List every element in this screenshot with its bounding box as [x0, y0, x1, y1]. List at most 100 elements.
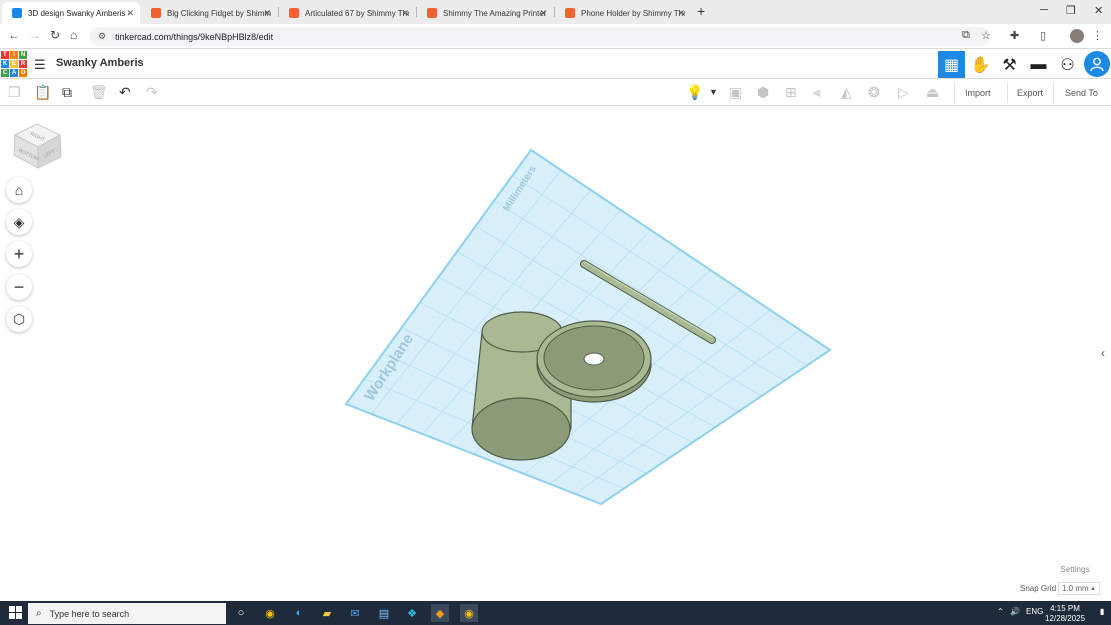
install-app-icon[interactable]: ⧉	[962, 29, 970, 42]
projects-button[interactable]: ▬	[1025, 51, 1052, 78]
minimize-icon[interactable]: ─	[1040, 4, 1048, 16]
edge-icon[interactable]: ◐	[290, 604, 308, 622]
blocks-button[interactable]: ✋	[967, 51, 994, 78]
site-info-icon[interactable]: ⚙	[98, 31, 106, 42]
window-close-icon[interactable]: ✕	[1094, 4, 1103, 17]
chrome-icon[interactable]: ◉	[261, 604, 279, 622]
tab-articulated-67[interactable]: Articulated 67 by Shimmy The A ✕	[279, 2, 415, 24]
lock-icon[interactable]: ⏏	[926, 84, 939, 101]
chevron-down-icon[interactable]: ▼	[709, 87, 718, 97]
chevron-up-icon: ▲	[1090, 585, 1096, 592]
perspective-button[interactable]: ⬡	[6, 306, 32, 332]
delete-trash-icon[interactable]: 🗑	[90, 84, 108, 101]
cube-icon: ⬡	[12, 310, 26, 327]
browser-profile-avatar[interactable]	[1070, 29, 1084, 43]
tab-phone-holder[interactable]: Phone Holder by Shimmy The A ✕	[555, 2, 691, 24]
send-to-button[interactable]: Send To	[1056, 84, 1107, 102]
home-view-button[interactable]: ⌂	[6, 177, 32, 203]
shapes-panel-toggle-chevron-left-icon[interactable]: ‹	[1101, 346, 1105, 360]
vlc-app-icon[interactable]: ◆	[431, 604, 449, 622]
browser-menu-icon[interactable]: ⋮	[1092, 29, 1103, 42]
minus-icon: −	[13, 276, 25, 297]
view-cube[interactable]: RIGHT BOTTOM LEFT	[10, 115, 64, 171]
designs-list-icon[interactable]: ☰	[34, 57, 46, 73]
reload-icon[interactable]: ↻	[50, 28, 60, 42]
zoom-out-button[interactable]: −	[6, 274, 32, 300]
language-indicator[interactable]: ENG	[1026, 607, 1043, 616]
tab-tinkercad-design[interactable]: 3D design Swanky Amberis - Ti ✕	[2, 2, 140, 24]
toolbar-divider	[954, 83, 955, 103]
hide-icon[interactable]: ▷	[898, 84, 909, 101]
tab-big-clicking-fidget[interactable]: Big Clicking Fidget by Shimmy ✕	[141, 2, 277, 24]
close-icon[interactable]: ✕	[401, 8, 409, 19]
browser-address-bar: ← → ↻ ⌂ ⚙ tinkercad.com/things/9keNBpHBl…	[0, 24, 1111, 49]
ungroup-icon[interactable]: ⊞	[785, 84, 797, 101]
printables-favicon-icon	[565, 8, 575, 18]
group-icon[interactable]: ⬢	[757, 84, 769, 101]
printables-favicon-icon	[289, 8, 299, 18]
bookmark-star-icon[interactable]: ☆	[981, 29, 991, 42]
close-icon[interactable]: ✕	[677, 8, 685, 19]
sketch-app-icon[interactable]: ❖	[403, 604, 421, 622]
notifications-icon[interactable]: ▮	[1100, 607, 1104, 616]
cortana-icon[interactable]: ○	[232, 604, 250, 622]
zoom-in-button[interactable]: +	[6, 241, 32, 267]
home-icon: ⌂	[14, 182, 24, 198]
3d-viewport[interactable]: Workplane Millimeters RIGHT BOTTOM LEFT …	[0, 107, 1111, 601]
user-avatar[interactable]	[1084, 51, 1110, 77]
forward-arrow-icon[interactable]: →	[29, 28, 41, 42]
mirror-icon[interactable]: ◭	[841, 84, 852, 101]
invite-user-button[interactable]: ⚇	[1054, 51, 1081, 78]
redo-icon[interactable]: ↷	[146, 84, 158, 101]
taskbar-search-input[interactable]: ⌕ Type here to search	[28, 603, 226, 624]
new-tab-plus-icon[interactable]: +	[697, 3, 705, 19]
home-icon[interactable]: ⌂	[70, 28, 77, 42]
tinkercad-favicon-icon	[12, 8, 22, 18]
snap-grid-select[interactable]: 1.0 mm ▲	[1058, 582, 1100, 595]
tab-shimmy-printer[interactable]: Shimmy The Amazing Printer | M ✕	[417, 2, 553, 24]
paste-icon[interactable]: 📋	[34, 84, 51, 101]
taskbar-clock[interactable]: 4:15 PM 12/28/2025	[1045, 604, 1085, 624]
restore-icon[interactable]: ❐	[1066, 4, 1076, 17]
close-icon[interactable]: ✕	[539, 8, 547, 19]
tab-label: Phone Holder by Shimmy The A	[581, 8, 685, 18]
cruise-icon[interactable]: ❂	[868, 84, 880, 101]
app-header: T I N K E R C A D ☰ Swanky Amberis ▦ ✋ ⚒…	[0, 49, 1111, 79]
3d-design-view-button[interactable]: ▦	[938, 51, 965, 78]
store-icon[interactable]: ▤	[375, 604, 393, 622]
windows-start-icon[interactable]	[9, 606, 22, 619]
lesson-plans-button[interactable]: ⚒	[996, 51, 1023, 78]
person-icon	[1090, 57, 1104, 72]
tab-label: Articulated 67 by Shimmy The A	[305, 8, 409, 18]
fit-view-button[interactable]: ◈	[6, 209, 32, 235]
url-input[interactable]: ⚙ tinkercad.com/things/9keNBpHBlz8/edit	[90, 27, 990, 46]
note-icon[interactable]: ▣	[729, 84, 742, 101]
design-title[interactable]: Swanky Amberis	[56, 57, 144, 69]
tray-chevron-up-icon[interactable]: ⌃	[997, 607, 1004, 616]
chrome-active-icon[interactable]: ◉	[460, 604, 478, 622]
export-button[interactable]: Export	[1008, 84, 1052, 102]
copy-icon[interactable]: ❐	[8, 84, 21, 101]
fit-all-icon: ◈	[13, 213, 25, 230]
logo-letter: D	[19, 69, 27, 77]
file-explorer-icon[interactable]: ▰	[318, 604, 336, 622]
undo-icon[interactable]: ↶	[119, 84, 131, 101]
tinkercad-logo[interactable]: T I N K E R C A D	[1, 51, 27, 77]
import-button[interactable]: Import	[956, 84, 1000, 102]
tools-icon: ⚒	[1002, 56, 1017, 74]
light-bulb-icon[interactable]: 💡	[686, 84, 703, 101]
side-panel-icon[interactable]: ▯	[1040, 29, 1046, 42]
screen: 3D design Swanky Amberis - Ti ✕ Big Clic…	[0, 0, 1111, 625]
duplicate-icon[interactable]: ⧉	[62, 84, 72, 101]
disc-shape[interactable]	[536, 320, 652, 403]
close-icon[interactable]: ✕	[263, 8, 271, 19]
printables-favicon-icon	[427, 8, 437, 18]
extensions-puzzle-icon[interactable]: ✚	[1010, 29, 1019, 42]
align-icon[interactable]: ⫷	[813, 84, 821, 101]
volume-icon[interactable]: 🔊	[1010, 607, 1020, 616]
settings-button[interactable]: Settings	[1050, 562, 1100, 576]
back-arrow-icon[interactable]: ←	[8, 28, 20, 42]
close-icon[interactable]: ✕	[126, 8, 134, 19]
mail-icon[interactable]: ✉	[346, 604, 364, 622]
tab-label: 3D design Swanky Amberis - Ti	[28, 8, 132, 18]
